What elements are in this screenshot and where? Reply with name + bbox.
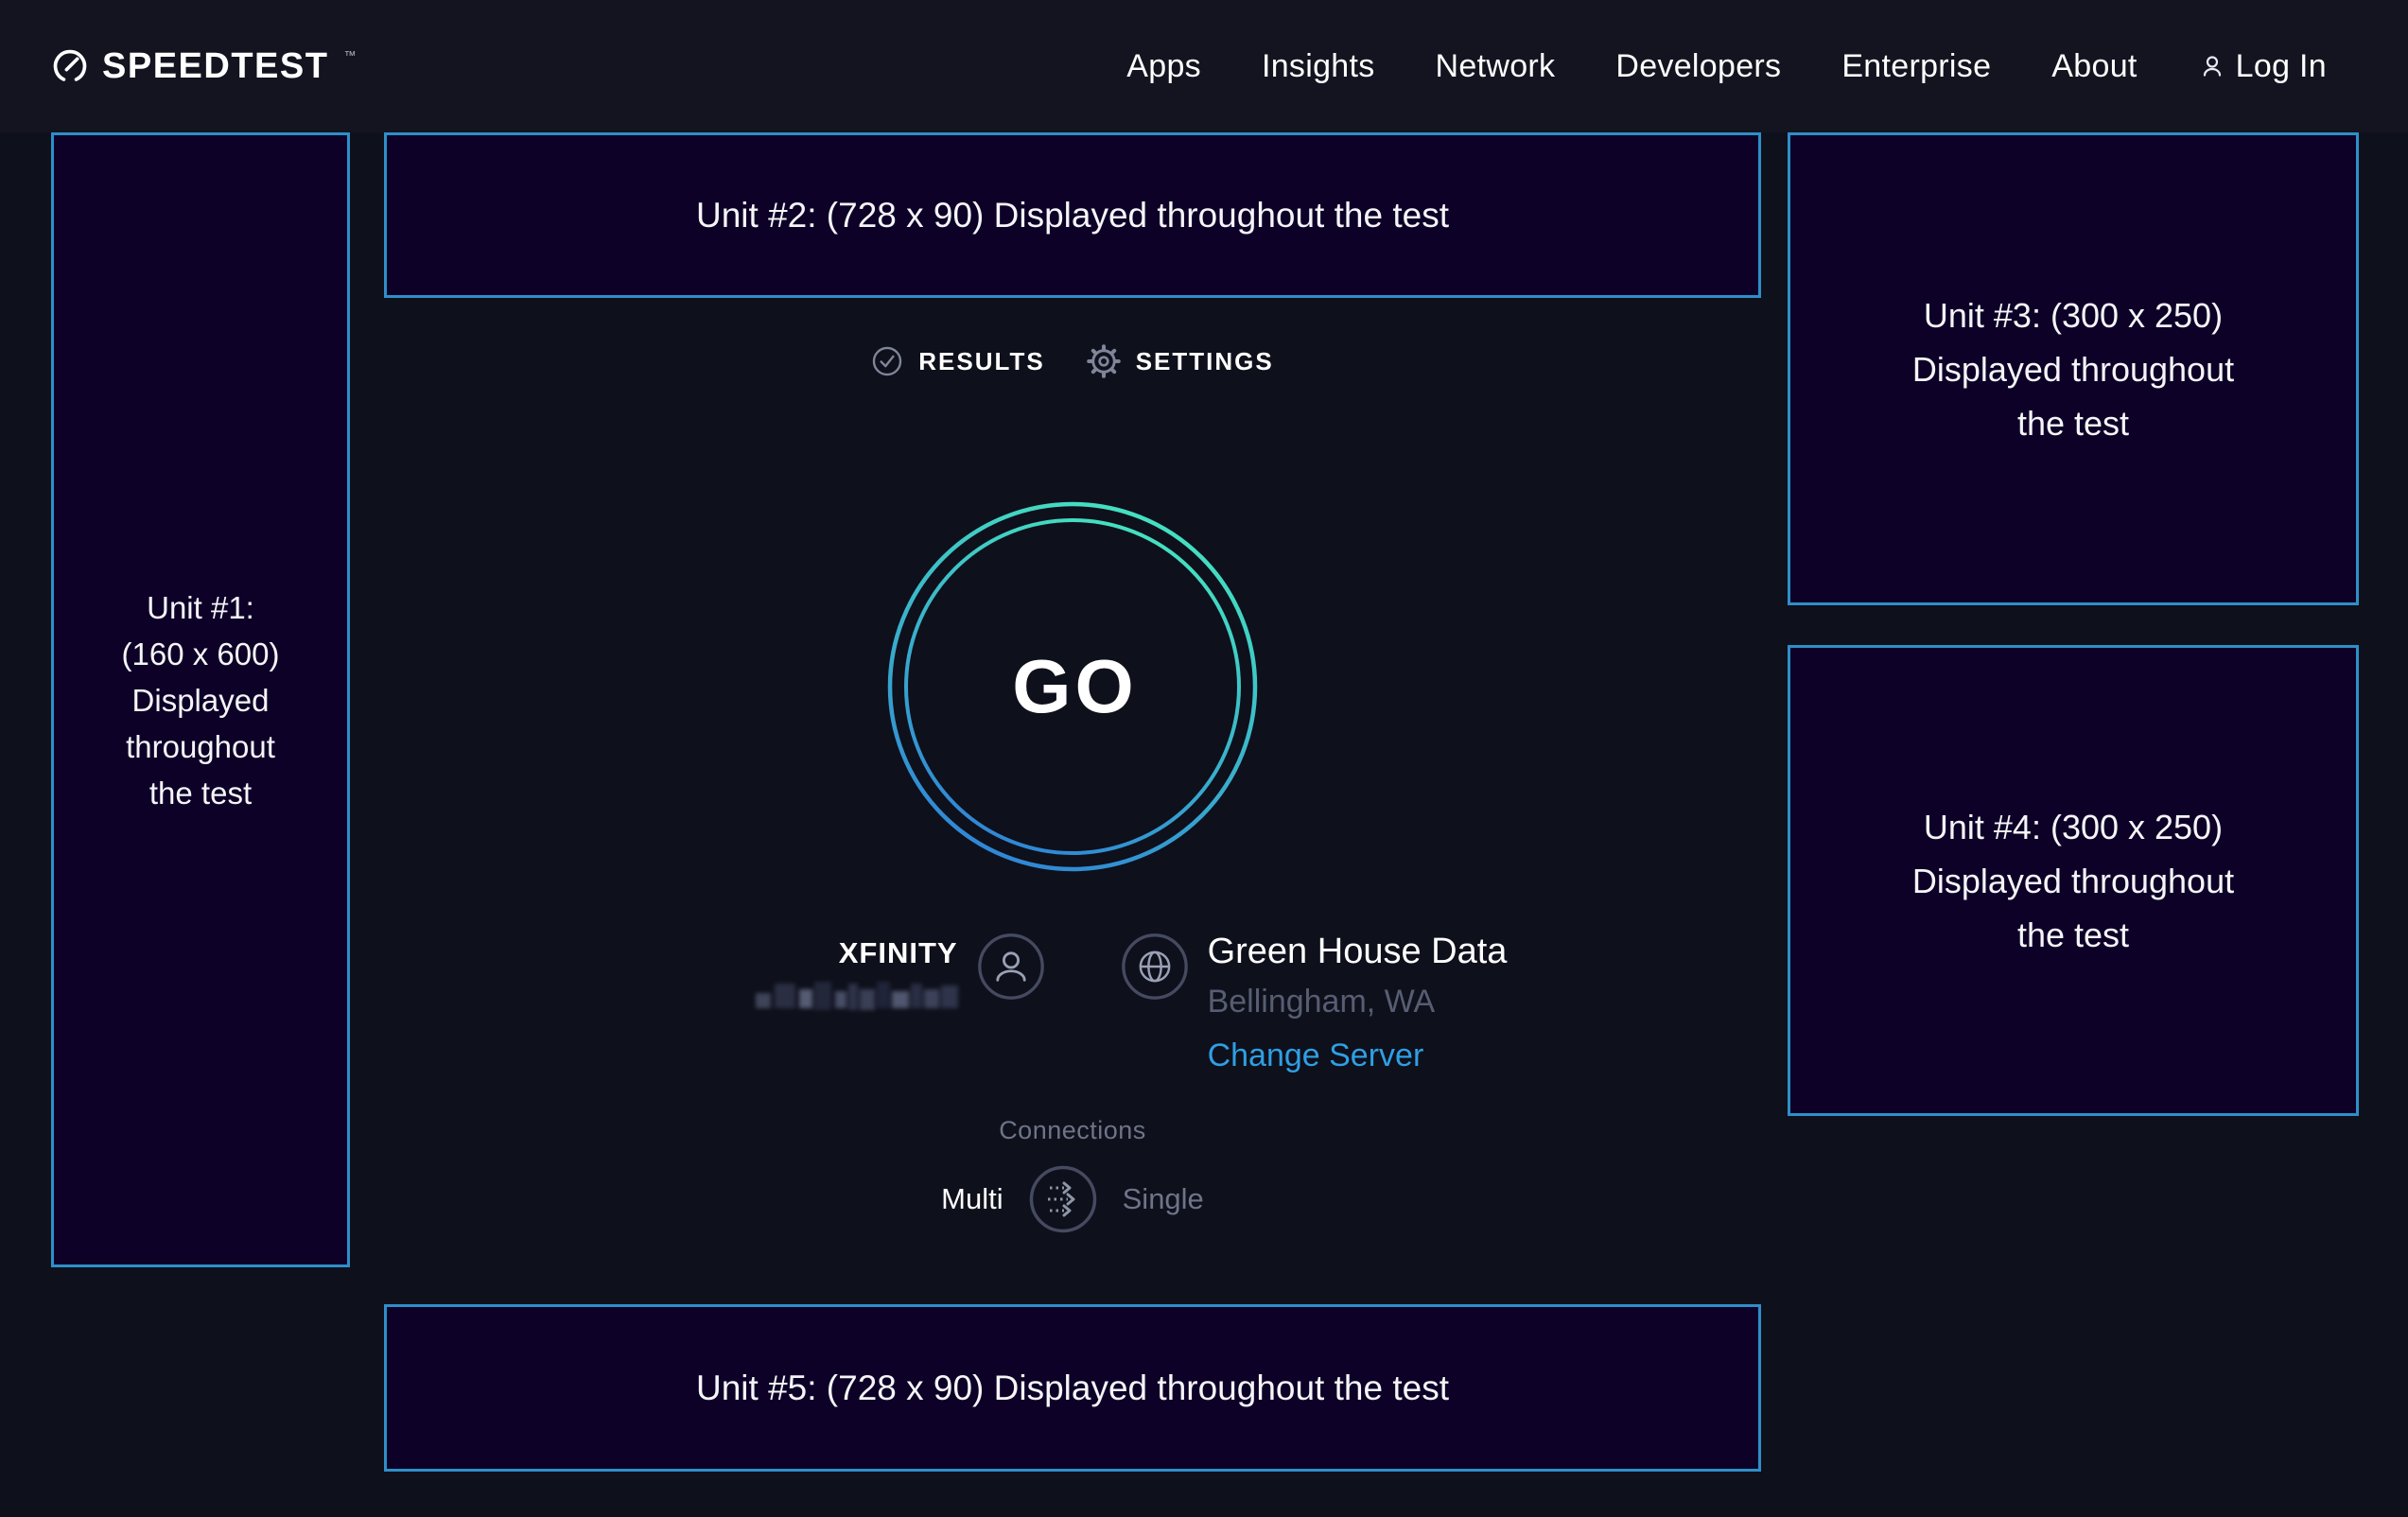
check-circle-icon: [871, 345, 903, 377]
user-icon: [2198, 52, 2226, 80]
speedtest-gauge-icon: [51, 47, 89, 85]
logo[interactable]: SPEEDTEST ™: [51, 46, 356, 87]
connections-toggle-icon[interactable]: [1028, 1164, 1098, 1234]
ad-unit-3[interactable]: Unit #3: (300 x 250) Displayed throughou…: [1788, 132, 2359, 605]
connections-toggle-row: Multi Single: [941, 1164, 1204, 1234]
nav-menu: Apps Insights Network Developers Enterpr…: [1126, 48, 2327, 85]
login-label: Log In: [2236, 48, 2327, 85]
logo-text: SPEEDTEST: [102, 46, 328, 87]
tab-results-label: RESULTS: [918, 347, 1044, 376]
tab-settings[interactable]: SETTINGS: [1087, 344, 1274, 378]
ad-unit-4-text: Unit #4: (300 x 250) Displayed throughou…: [1912, 800, 2234, 962]
go-button-label: GO: [883, 497, 1262, 876]
redacted-ip-pixelation: [756, 980, 958, 1010]
connections-single-option[interactable]: Single: [1123, 1182, 1204, 1216]
nav-item-enterprise[interactable]: Enterprise: [1841, 48, 1991, 85]
ad-unit-5-text: Unit #5: (728 x 90) Displayed throughout…: [696, 1369, 1449, 1408]
logo-trademark: ™: [343, 48, 356, 62]
ad-unit-1[interactable]: Unit #1: (160 x 600) Displayed throughou…: [51, 132, 350, 1267]
isp-info: XFINITY: [756, 929, 1045, 1010]
gear-icon: [1087, 344, 1121, 378]
nav-item-about[interactable]: About: [2051, 48, 2137, 85]
isp-name: XFINITY: [839, 936, 958, 970]
globe-icon: [1121, 933, 1189, 1001]
server-name: Green House Data: [1208, 931, 1508, 972]
user-avatar-icon: [977, 933, 1045, 1001]
tab-results[interactable]: RESULTS: [871, 345, 1044, 377]
nav-item-developers[interactable]: Developers: [1615, 48, 1781, 85]
connections-label: Connections: [999, 1116, 1146, 1145]
speedtest-panel: RESULTS SETTINGS: [384, 132, 1761, 1234]
nav-item-network[interactable]: Network: [1436, 48, 1556, 85]
connection-info-row: XFINITY: [756, 929, 1508, 1074]
ad-unit-3-text: Unit #3: (300 x 250) Displayed throughou…: [1912, 288, 2234, 450]
change-server-link[interactable]: Change Server: [1208, 1037, 1424, 1074]
top-nav-bar: SPEEDTEST ™ Apps Insights Network Develo…: [0, 0, 2408, 132]
nav-item-insights[interactable]: Insights: [1262, 48, 1375, 85]
server-location: Bellingham, WA: [1208, 984, 1436, 1020]
ad-unit-4[interactable]: Unit #4: (300 x 250) Displayed throughou…: [1788, 645, 2359, 1116]
ad-unit-5[interactable]: Unit #5: (728 x 90) Displayed throughout…: [384, 1304, 1761, 1472]
nav-item-apps[interactable]: Apps: [1126, 48, 1201, 85]
tabs: RESULTS SETTINGS: [871, 344, 1273, 378]
nav-item-login[interactable]: Log In: [2198, 48, 2327, 85]
ad-unit-1-text: Unit #1: (160 x 600) Displayed throughou…: [122, 584, 280, 816]
go-button[interactable]: GO: [883, 497, 1262, 876]
tab-settings-label: SETTINGS: [1136, 347, 1274, 376]
connections-multi-option[interactable]: Multi: [941, 1182, 1003, 1216]
server-info: Green House Data Bellingham, WA Change S…: [1121, 929, 1508, 1074]
